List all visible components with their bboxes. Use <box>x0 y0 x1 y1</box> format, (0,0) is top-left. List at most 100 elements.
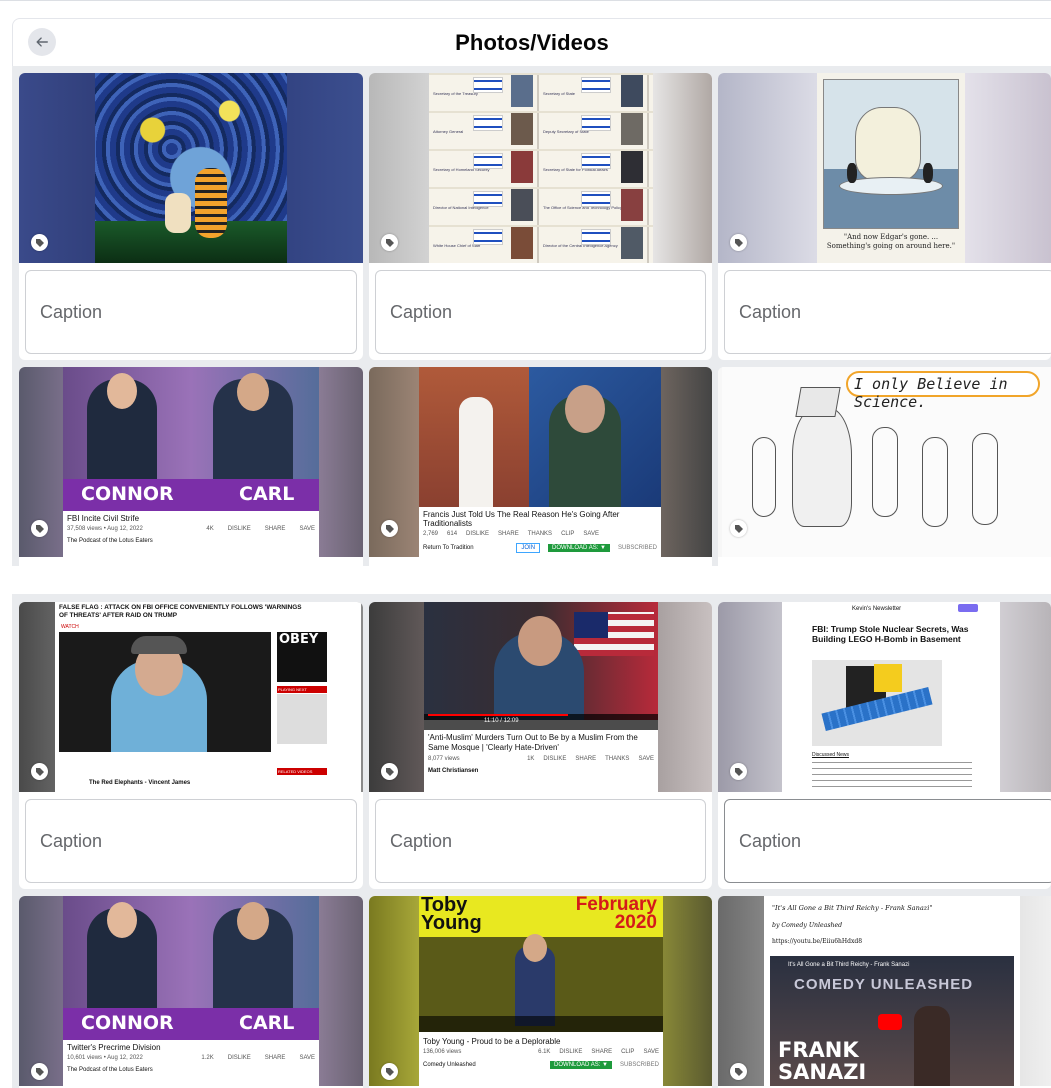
caption-input[interactable] <box>375 270 706 354</box>
share-button[interactable]: SHARE <box>575 756 596 762</box>
watch-tab[interactable]: WATCH <box>61 624 79 630</box>
dislike-button[interactable]: DISLIKE <box>466 531 489 537</box>
tag-icon[interactable] <box>381 520 398 537</box>
dislike-button[interactable]: DISLIKE <box>559 1049 582 1055</box>
media-thumbnail[interactable]: I only Believe in Science. <box>718 367 1051 557</box>
caption-input[interactable] <box>724 799 1051 883</box>
like-count[interactable]: 614 <box>447 531 457 537</box>
tag-icon[interactable] <box>381 234 398 251</box>
video-month-text: February 2020 <box>575 896 657 933</box>
channel-name: Matt Christiansen <box>428 768 479 774</box>
like-count[interactable]: 6.1K <box>538 1049 550 1055</box>
playing-next-label: PLAYING NEXT <box>277 686 327 693</box>
media-thumbnail[interactable]: Francis Just Told Us The Real Reason He'… <box>369 367 712 557</box>
media-thumbnail[interactable]: "And now Edgar's gone. ... Something's g… <box>718 73 1051 263</box>
caption-input[interactable] <box>375 799 706 883</box>
video-title: 'Anti-Muslim' Murders Turn Out to Be by … <box>428 733 638 752</box>
download-button[interactable]: DOWNLOAD AS: ▼ <box>550 1061 612 1069</box>
media-card: CONNOR CARL FBI Incite Civil Strife 37,5… <box>19 367 363 566</box>
media-thumbnail[interactable] <box>19 73 363 263</box>
media-card <box>19 73 363 360</box>
page-title: Photos/Videos <box>455 30 609 55</box>
save-button[interactable]: SAVE <box>638 756 654 762</box>
media-thumbnail[interactable]: "It's All Gone a Bit Third Reichy - Fran… <box>718 896 1051 1086</box>
video-title: FBI Incite Civil Strife <box>67 514 140 523</box>
download-button[interactable]: DOWNLOAD AS: ▼ <box>548 544 610 552</box>
share-button[interactable]: SHARE <box>265 526 286 532</box>
media-card: "It's All Gone a Bit Third Reichy - Fran… <box>718 896 1051 1088</box>
name-line-2: SANAZI <box>778 1060 867 1084</box>
save-button[interactable]: SAVE <box>583 531 599 537</box>
media-card: 11:10 / 12:09 'Anti-Muslim' Murders Turn… <box>369 602 712 889</box>
like-count[interactable]: 4K <box>206 526 213 532</box>
page-header: Photos/Videos <box>12 18 1051 66</box>
video-headline: FALSE FLAG : ATTACK ON FBI OFFICE CONVEN… <box>59 604 302 619</box>
caption-input[interactable] <box>25 799 357 883</box>
newsletter-headline: FBI: Trump Stole Nuclear Secrets, Was Bu… <box>812 624 969 644</box>
clip-button[interactable]: CLIP <box>561 531 574 537</box>
host-right-label: CARL <box>239 1012 295 1034</box>
tag-icon[interactable] <box>31 234 48 251</box>
media-thumbnail[interactable]: Kevin's Newsletter FBI: Trump Stole Nucl… <box>718 602 1051 792</box>
join-button[interactable]: JOIN <box>516 543 541 553</box>
tag-icon[interactable] <box>31 763 48 780</box>
tag-icon[interactable] <box>31 520 48 537</box>
post-line-2: by Comedy Unleashed <box>772 922 843 929</box>
share-button[interactable]: SHARE <box>265 1055 286 1061</box>
tag-icon[interactable] <box>381 1063 398 1080</box>
obey-label: OBEY <box>279 632 319 647</box>
video-title: Toby Young - Proud to be a Deplorable <box>423 1037 561 1046</box>
tag-icon[interactable] <box>31 1063 48 1080</box>
dislike-button[interactable]: DISLIKE <box>228 526 251 532</box>
save-button[interactable]: SAVE <box>299 1055 315 1061</box>
host-left-label: CONNOR <box>81 1012 174 1034</box>
save-button[interactable]: SAVE <box>299 526 315 532</box>
media-thumbnail[interactable]: Toby Young February 2020 Toby Young - Pr… <box>369 896 712 1086</box>
media-thumbnail[interactable]: Secretary of the Treasury Attorney Gener… <box>369 73 712 263</box>
newsletter-section: Discussed News <box>812 752 849 758</box>
like-count[interactable]: 1K <box>527 756 534 762</box>
host-left-label: CONNOR <box>81 483 174 505</box>
channel-name: The Podcast of the Lotus Eaters <box>67 538 153 544</box>
video-meta: 2,769 <box>423 531 439 537</box>
media-card: Toby Young February 2020 Toby Young - Pr… <box>369 896 712 1088</box>
share-button[interactable]: SHARE <box>498 531 519 537</box>
caption-input[interactable] <box>25 270 357 354</box>
video-meta: 8,077 views <box>428 756 460 762</box>
media-card: Kevin's Newsletter FBI: Trump Stole Nucl… <box>718 602 1051 889</box>
related-videos-label: RELATED VIDEOS <box>277 768 327 775</box>
name-line-1: FRANK <box>778 1038 859 1062</box>
media-thumbnail[interactable]: FALSE FLAG : ATTACK ON FBI OFFICE CONVEN… <box>19 602 363 792</box>
tag-icon[interactable] <box>730 520 747 537</box>
thanks-button[interactable]: THANKS <box>605 756 629 762</box>
subscribed-button[interactable]: SUBSCRIBED <box>620 1062 659 1068</box>
media-thumbnail[interactable]: CONNOR CARL FBI Incite Civil Strife 37,5… <box>19 367 363 557</box>
tag-icon[interactable] <box>381 763 398 780</box>
thanks-button[interactable]: THANKS <box>528 531 552 537</box>
tag-icon[interactable] <box>730 763 747 780</box>
post-line-1: "It's All Gone a Bit Third Reichy - Fran… <box>772 904 933 912</box>
media-thumbnail[interactable]: 11:10 / 12:09 'Anti-Muslim' Murders Turn… <box>369 602 712 792</box>
like-count[interactable]: 1.2K <box>201 1055 213 1061</box>
play-button[interactable] <box>878 1014 902 1030</box>
brand-label: COMEDY UNLEASHED <box>794 976 974 993</box>
subscribed-button[interactable]: SUBSCRIBED <box>618 545 657 551</box>
clip-button[interactable]: CLIP <box>621 1049 634 1055</box>
media-card: Secretary of the Treasury Attorney Gener… <box>369 73 712 360</box>
tag-icon[interactable] <box>730 234 747 251</box>
caption-input[interactable] <box>724 270 1051 354</box>
tag-icon[interactable] <box>730 1063 747 1080</box>
channel-name: The Red Elephants - Vincent James <box>89 780 191 786</box>
media-card: FALSE FLAG : ATTACK ON FBI OFFICE CONVEN… <box>19 602 363 889</box>
post-link[interactable]: https://youtu.be/Eiiu6hHdxd8 <box>772 938 862 945</box>
embed-title: It's All Gone a Bit Third Reichy - Frank… <box>788 962 910 968</box>
host-right-label: CARL <box>239 483 295 505</box>
media-thumbnail[interactable]: CONNOR CARL Twitter's Precrime Division … <box>19 896 363 1086</box>
dislike-button[interactable]: DISLIKE <box>543 756 566 762</box>
dislike-button[interactable]: DISLIKE <box>228 1055 251 1061</box>
save-button[interactable]: SAVE <box>643 1049 659 1055</box>
newsletter-site: Kevin's Newsletter <box>852 606 902 612</box>
cartoon-caption: "And now Edgar's gone. ... Something's g… <box>826 233 956 250</box>
share-button[interactable]: SHARE <box>591 1049 612 1055</box>
media-card: "And now Edgar's gone. ... Something's g… <box>718 73 1051 360</box>
